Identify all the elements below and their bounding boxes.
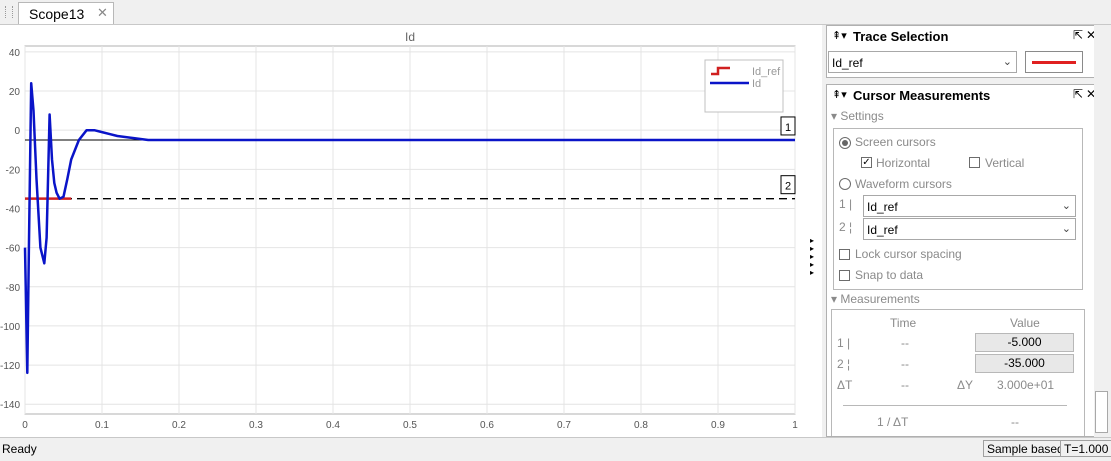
status-bar: Ready Sample based T=1.000 <box>0 437 1111 461</box>
snap-to-data-label: Snap to data <box>855 268 924 282</box>
cursor2-signal-select[interactable]: Id_ref ⌄ <box>863 218 1076 240</box>
plot-canvas[interactable]: Id 40 20 0 -20 -40 -60 -80 -100 -120 -140 0 0.1 0.2… <box>0 25 822 437</box>
time-indicator: T=1.000 <box>1060 440 1111 457</box>
sample-mode-indicator: Sample based <box>983 440 1068 457</box>
chevron-down-icon: ⌄ <box>1061 200 1071 212</box>
lock-cursor-spacing-label: Lock cursor spacing <box>855 247 962 261</box>
cursor2-label: 2 ¦ <box>839 220 853 234</box>
horizontal-checkbox[interactable]: ✓ <box>861 157 872 168</box>
y-tick-label: -60 <box>6 244 21 255</box>
legend-id-ref-label: Id_ref <box>752 66 781 78</box>
y-tick-label: -20 <box>6 165 21 176</box>
cursor1-signal-select[interactable]: Id_ref ⌄ <box>863 195 1076 217</box>
x-tick-label: 0.7 <box>557 420 571 431</box>
legend-id-label: Id <box>752 78 761 90</box>
cursor-measurements-title: Cursor Measurements <box>853 88 991 103</box>
x-axis-ticks: 0 0.1 0.2 0.3 0.4 0.5 0.6 0.7 0.8 0.9 1 <box>22 420 798 431</box>
cursor-1-handle-label: 1 <box>785 122 791 134</box>
row1-value: -5.000 <box>975 333 1074 352</box>
x-tick-label: 0.2 <box>172 420 186 431</box>
delta-y-label: ΔY <box>957 378 974 392</box>
measurements-section-toggle[interactable]: ▾ Measurements <box>831 292 920 306</box>
tab-bar: Scope13 ✕ <box>0 0 1111 25</box>
y-tick-label: 40 <box>9 48 21 59</box>
x-tick-label: 0.4 <box>326 420 340 431</box>
grip-handle[interactable] <box>5 6 13 18</box>
chevron-down-icon: ⌄ <box>1061 223 1071 235</box>
time-column-header: Time <box>890 316 917 330</box>
cursor-2-handle-label: 2 <box>785 181 791 193</box>
y-tick-label: -80 <box>6 283 21 294</box>
value-column-header: Value <box>1010 316 1040 330</box>
trace-selection-panel: ⇞▾ Trace Selection ⇱✕ Id_ref ⌄ <box>826 25 1106 78</box>
row2-value: -35.000 <box>975 354 1074 373</box>
delta-y-value: 3.000e+01 <box>997 378 1055 392</box>
x-tick-label: 1 <box>792 420 798 431</box>
cursor-measurements-panel: ⇞▾ Cursor Measurements ⇱✕ ▾ Settings Scr… <box>826 84 1106 437</box>
trace-selection-title: Trace Selection <box>853 29 949 44</box>
y-tick-label: 20 <box>9 87 21 98</box>
x-tick-label: 0.3 <box>249 420 263 431</box>
settings-section-toggle[interactable]: ▾ Settings <box>831 109 884 123</box>
settings-label: Settings <box>840 109 884 123</box>
row1-label: 1 | <box>837 336 851 350</box>
y-axis-ticks: 40 20 0 -20 -40 -60 -80 -100 -120 -140 <box>0 48 20 411</box>
y-tick-label: -100 <box>0 322 20 333</box>
snap-to-data-checkbox[interactable] <box>839 270 850 281</box>
vertical-checkbox[interactable] <box>969 157 980 168</box>
cursor2-signal-value: Id_ref <box>867 223 898 237</box>
y-tick-label: 0 <box>14 126 20 137</box>
legend[interactable]: Id_ref Id <box>704 59 784 113</box>
screen-cursors-radio[interactable] <box>839 137 851 149</box>
measurements-sidebar: ⇞▾ Trace Selection ⇱✕ Id_ref ⌄ ⇞▾ Cursor… <box>822 25 1111 437</box>
waveform-cursors-radio[interactable] <box>839 178 851 190</box>
chevron-down-icon: ⌄ <box>1002 56 1012 68</box>
inverse-delta-t-value: -- <box>1011 415 1019 429</box>
waveform-cursors-label: Waveform cursors <box>855 177 952 191</box>
trace-selection-header: ⇞▾ Trace Selection ⇱✕ <box>827 26 1105 48</box>
y-tick-label: -140 <box>0 400 20 411</box>
trace-select[interactable]: Id_ref ⌄ <box>828 51 1017 73</box>
inverse-delta-t-label: 1 / ΔT <box>877 415 909 429</box>
scope-display: Id 40 20 0 -20 -40 -60 -80 -100 -120 -140 0 0.1 0.2… <box>0 25 822 437</box>
row1-time: -- <box>901 336 909 350</box>
x-tick-label: 0.8 <box>634 420 648 431</box>
cursor1-signal-value: Id_ref <box>867 200 898 214</box>
x-tick-label: 0.6 <box>480 420 494 431</box>
trace-select-value: Id_ref <box>832 56 863 70</box>
cursor1-label: 1 | <box>839 197 853 211</box>
lock-cursor-spacing-checkbox[interactable] <box>839 249 850 260</box>
tab-title: Scope13 <box>29 6 85 22</box>
cursor-measurements-header: ⇞▾ Cursor Measurements ⇱✕ <box>827 85 1105 107</box>
x-tick-label: 0.9 <box>711 420 725 431</box>
divider <box>843 405 1067 406</box>
y-tick-label: -120 <box>0 361 20 372</box>
row2-label: 2 ¦ <box>837 357 851 371</box>
y-tick-label: -40 <box>6 204 21 215</box>
x-tick-label: 0.5 <box>403 420 417 431</box>
scrollbar-thumb[interactable] <box>1095 391 1108 433</box>
screen-cursors-label: Screen cursors <box>855 135 936 149</box>
x-tick-label: 0.1 <box>95 420 109 431</box>
pin-icon[interactable]: ⇞▾ <box>832 88 847 101</box>
close-icon[interactable]: ✕ <box>97 5 108 21</box>
row2-time: -- <box>901 357 909 371</box>
pin-icon[interactable]: ⇞▾ <box>832 29 847 42</box>
x-tick-label: 0 <box>22 420 28 431</box>
trace-color-swatch[interactable] <box>1025 51 1083 73</box>
expand-sidebar-icon[interactable]: ▸ ▸ ▸ ▸ ▸ <box>810 237 814 277</box>
delta-t-value: -- <box>901 378 909 392</box>
horizontal-label: Horizontal <box>876 156 931 170</box>
vertical-label: Vertical <box>985 156 1025 170</box>
status-text: Ready <box>2 442 37 456</box>
delta-t-label: ΔT <box>837 378 853 392</box>
measurements-label: Measurements <box>840 292 920 306</box>
sidebar-scrollbar[interactable] <box>1094 25 1109 437</box>
tab-scope13[interactable]: Scope13 ✕ <box>18 2 114 24</box>
plot-title: Id <box>405 30 415 44</box>
